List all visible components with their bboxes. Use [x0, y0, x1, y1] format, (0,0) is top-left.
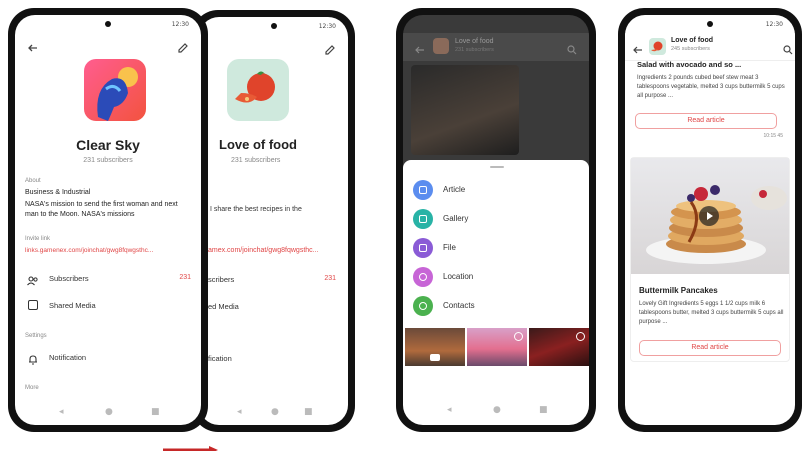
- channel-avatar-tomato: [227, 59, 289, 121]
- channel-title: Love of food: [219, 137, 297, 152]
- bell-icon: [28, 352, 38, 365]
- screen: 12:30 Love of food 245 subscribers Salad…: [625, 15, 795, 425]
- post2-card: Buttermilk Pancakes Lovely Gift Ingredie…: [630, 157, 790, 362]
- post2-title: Buttermilk Pancakes: [639, 286, 718, 295]
- gallery-thumb-camera[interactable]: [405, 328, 465, 366]
- description: NASA's mission to send the first woman a…: [25, 201, 178, 218]
- edit-icon[interactable]: [177, 41, 189, 53]
- channel-subscribers: 245 subscribers: [671, 46, 710, 52]
- status-time: 12:30: [171, 21, 189, 28]
- feed-header: Love of food 245 subscribers: [625, 33, 795, 61]
- location-icon: [413, 267, 433, 287]
- screen: 12:30 Love of food 231 subscribers I sha…: [199, 17, 348, 425]
- phone-profile-clear-sky: 12:30 Clear Sky 231 subscribers About Bu…: [8, 8, 208, 432]
- chat-photo: [411, 65, 519, 155]
- gallery-thumb[interactable]: [529, 328, 589, 366]
- attach-bottom-sheet: Article Gallery File Location Contacts ◂…: [403, 160, 589, 425]
- screen: 12:30 Clear Sky 231 subscribers About Bu…: [15, 15, 201, 425]
- select-circle-icon: [576, 332, 585, 341]
- settings-label: Settings: [25, 333, 47, 339]
- contacts-icon: [413, 296, 433, 316]
- phone-channel-feed: 12:30 Love of food 245 subscribers Salad…: [618, 8, 802, 432]
- channel-name: Love of food: [671, 37, 713, 44]
- screen: Love of food 231 subscribers Article Gal…: [403, 15, 589, 425]
- subscriber-count: 231 subscribers: [83, 157, 133, 164]
- select-circle-icon: [514, 332, 523, 341]
- search-icon[interactable]: [567, 42, 577, 55]
- file-icon: [413, 238, 433, 258]
- stage: 12:30 Love of food 231 subscribers I sha…: [0, 0, 805, 451]
- status-time: 12:30: [765, 21, 783, 28]
- subscriber-count: 231 subscribers: [231, 157, 281, 164]
- channel-title: Clear Sky: [76, 137, 140, 153]
- shared-media-fragment[interactable]: ed Media: [208, 302, 239, 311]
- subscribers-fragment[interactable]: scribers: [208, 275, 234, 284]
- system-nav-bar: ◂ ● ■: [59, 407, 160, 417]
- category: Business & Industrial: [25, 189, 91, 196]
- chat-header: Love of food 231 subscribers: [403, 33, 589, 61]
- channel-name: Love of food: [455, 38, 494, 45]
- post2-image-pancakes[interactable]: [631, 158, 789, 274]
- play-icon[interactable]: [699, 206, 719, 226]
- status-time: 12:30: [318, 23, 336, 30]
- image-icon: [28, 300, 38, 310]
- post1-meta: 10:15 45: [763, 133, 783, 139]
- gallery-strip: [405, 328, 589, 366]
- channel-avatar-clear-sky: [84, 59, 146, 121]
- article-icon: [413, 180, 433, 200]
- gallery-thumb[interactable]: [467, 328, 527, 366]
- system-nav-bar: ◂ ● ■: [447, 405, 548, 415]
- notification-label[interactable]: Notification: [49, 353, 86, 362]
- invite-link-fragment[interactable]: amex.com/joinchat/gwg8fqwgsthc...: [208, 247, 319, 254]
- gallery-icon: [413, 209, 433, 229]
- about-label: About: [25, 178, 41, 184]
- notification-fragment[interactable]: fication: [208, 354, 232, 363]
- shared-media-label[interactable]: Shared Media: [49, 301, 96, 310]
- search-icon[interactable]: [783, 42, 793, 55]
- post1-title: Salad with avocado and so ...: [637, 60, 742, 69]
- channel-subscribers: 231 subscribers: [455, 47, 494, 53]
- sheet-handle[interactable]: [490, 166, 504, 168]
- system-nav-bar: ◂ ● ■: [237, 407, 313, 417]
- channel-avatar: [433, 38, 449, 54]
- edit-icon[interactable]: [324, 43, 336, 55]
- more-label: More: [25, 385, 39, 391]
- subscribers-count: 231: [324, 275, 336, 282]
- phone-profile-love-of-food: 12:30 Love of food 231 subscribers I sha…: [192, 10, 355, 432]
- back-arrow-icon[interactable]: [27, 41, 39, 53]
- camera-icon: [430, 354, 440, 361]
- subscribers-row-label[interactable]: Subscribers: [49, 274, 89, 283]
- read-article-button[interactable]: Read article: [639, 340, 781, 356]
- post2-text: Lovely Gift Ingredients 5 eggs 1 1/2 cup…: [639, 301, 784, 325]
- subscribers-row-count: 231: [179, 274, 191, 281]
- invite-link[interactable]: links.gamenex.com/joinchat/gwg8fqwgsthc.…: [25, 247, 197, 254]
- about-fragment: I share the best recipes in the: [210, 206, 302, 213]
- post1-text: Ingredients 2 pounds cubed beef stew mea…: [637, 75, 785, 99]
- users-icon: [27, 273, 39, 286]
- read-article-button[interactable]: Read article: [635, 113, 777, 129]
- channel-avatar-tomato: [649, 38, 666, 55]
- transition-arrow: [163, 441, 219, 451]
- phone-attach-sheet: Love of food 231 subscribers Article Gal…: [396, 8, 596, 432]
- invite-link-label: Invite link: [25, 236, 51, 242]
- back-arrow-icon[interactable]: [633, 42, 643, 54]
- back-arrow-icon[interactable]: [415, 42, 425, 54]
